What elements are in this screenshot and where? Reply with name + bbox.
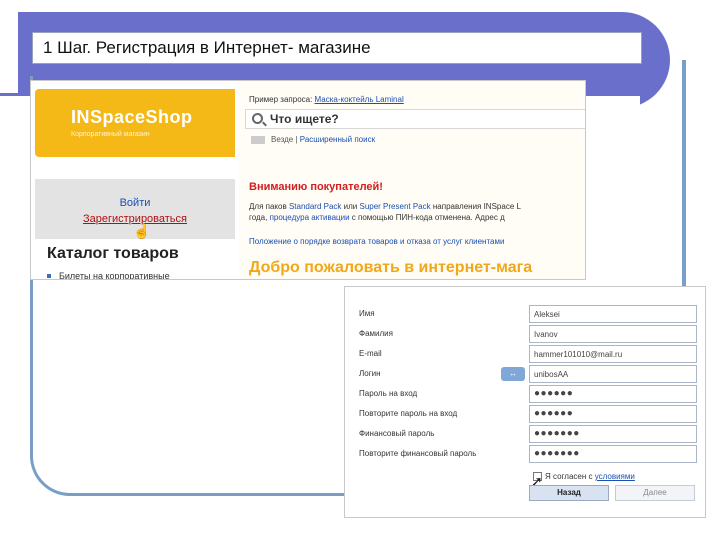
next-button[interactable]: Далее xyxy=(615,485,695,501)
catalog-bullet-icon xyxy=(47,274,51,278)
password-field[interactable]: ●●●●●● xyxy=(529,385,697,403)
slide-title-box: 1 Шаг. Регистрация в Интернет- магазине xyxy=(32,32,642,64)
form-row-financial-password: Финансовый пароль ●●●●●●● xyxy=(345,425,707,445)
terms-link[interactable]: условиями xyxy=(595,472,635,481)
shop-logo-block[interactable]: INSpaceShop Корпоративный магазин xyxy=(35,89,235,157)
agree-text: Я согласен с xyxy=(545,472,595,481)
attention-heading: Вниманию покупателей! xyxy=(249,181,383,193)
return-policy-link[interactable]: Положение о порядке возврата товаров и о… xyxy=(249,237,504,246)
catalog-title: Каталог товаров xyxy=(47,245,179,262)
hand-cursor-icon: ☝ xyxy=(133,223,151,239)
search-input[interactable]: Что ищете? xyxy=(270,112,339,126)
form-row-password: Пароль на вход ●●●●●● xyxy=(345,385,707,405)
shop-page-screenshot: INSpaceShop Корпоративный магазин Войти … xyxy=(30,80,586,280)
last-name-label: Фамилия xyxy=(359,329,393,338)
notice-text: Для паков Standard Pack или Super Presen… xyxy=(249,201,585,223)
shop-main: Пример запроса: Маска-коктейль Laminal Ч… xyxy=(239,81,585,279)
login-field[interactable]: unibosAA xyxy=(529,365,697,383)
standard-pack-link[interactable]: Standard Pack xyxy=(289,202,341,211)
form-row-financial-password-repeat: Повторите финансовый пароль ●●●●●●● xyxy=(345,445,707,465)
form-row-password-repeat: Повторите пароль на вход ●●●●●● xyxy=(345,405,707,425)
notice-part: Для паков xyxy=(249,202,289,211)
first-name-field[interactable]: Aleksei xyxy=(529,305,697,323)
notice-part: направления INSpace L xyxy=(430,202,521,211)
search-options: Везде | Расширенный поиск xyxy=(251,135,375,144)
form-row-last-name: Фамилия Ivanov xyxy=(345,325,707,345)
email-field[interactable]: hammer101010@mail.ru xyxy=(529,345,697,363)
login-label: Логин xyxy=(359,369,381,378)
last-name-field[interactable]: Ivanov xyxy=(529,325,697,343)
password-repeat-field[interactable]: ●●●●●● xyxy=(529,405,697,423)
form-row-email: E-mail hammer101010@mail.ru xyxy=(345,345,707,365)
login-link[interactable]: Войти xyxy=(35,197,235,209)
password-label: Пароль на вход xyxy=(359,389,418,398)
financial-password-repeat-field[interactable]: ●●●●●●● xyxy=(529,445,697,463)
password-repeat-label: Повторите пароль на вход xyxy=(359,409,458,418)
notice-part: с помощью ПИН-кода отменена. Адрес д xyxy=(349,213,505,222)
form-row-login: Логин ↔ unibosAA xyxy=(345,365,707,385)
registration-form-screenshot: Имя Aleksei Фамилия Ivanov E-mail hammer… xyxy=(344,286,706,518)
shop-sidebar: INSpaceShop Корпоративный магазин Войти … xyxy=(31,81,235,279)
form-row-first-name: Имя Aleksei xyxy=(345,305,707,325)
search-scope-toggle[interactable] xyxy=(251,135,265,144)
notice-part: года, xyxy=(249,213,270,222)
slide: 1 Шаг. Регистрация в Интернет- магазине … xyxy=(0,0,720,540)
search-example-link[interactable]: Маска-коктейль Laminal xyxy=(315,95,404,104)
email-label: E-mail xyxy=(359,349,382,358)
search-example: Пример запроса: Маска-коктейль Laminal xyxy=(249,95,404,104)
slide-title: 1 Шаг. Регистрация в Интернет- магазине xyxy=(43,38,371,57)
first-name-label: Имя xyxy=(359,309,375,318)
check-login-button[interactable]: ↔ xyxy=(501,367,525,381)
activation-procedure-link[interactable]: процедура активации xyxy=(270,213,350,222)
search-icon xyxy=(252,113,263,124)
financial-password-field[interactable]: ●●●●●●● xyxy=(529,425,697,443)
shop-logo: INSpaceShop xyxy=(71,107,193,127)
super-present-pack-link[interactable]: Super Present Pack xyxy=(359,202,430,211)
agree-terms: Я согласен с условиями xyxy=(533,472,635,482)
advanced-search-link[interactable]: Расширенный поиск xyxy=(300,135,375,144)
search-scope[interactable]: Везде xyxy=(271,135,293,144)
notice-part: или xyxy=(341,202,360,211)
catalog-item[interactable]: Билеты на корпоративные xyxy=(59,271,170,279)
welcome-heading: Добро пожаловать в интернет-мага xyxy=(249,259,533,276)
search-example-prefix: Пример запроса: xyxy=(249,95,313,104)
shop-logo-subtitle: Корпоративный магазин xyxy=(71,131,150,138)
back-button[interactable]: Назад xyxy=(529,485,609,501)
financial-password-repeat-label: Повторите финансовый пароль xyxy=(359,449,477,458)
financial-password-label: Финансовый пароль xyxy=(359,429,435,438)
search-bar[interactable]: Что ищете? xyxy=(245,109,585,129)
